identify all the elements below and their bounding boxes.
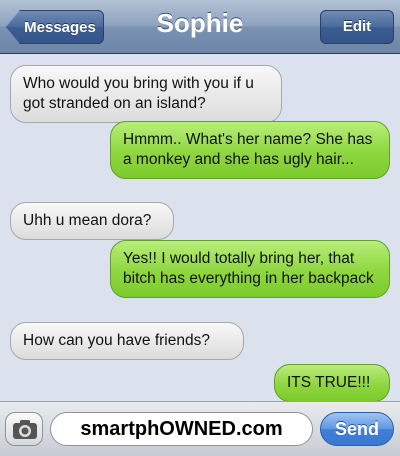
message-input[interactable]: smartphOWNED.com (50, 412, 313, 446)
message-bubble-incoming: How can you have friends? (10, 322, 244, 360)
message-bubble-outgoing: Hmmm.. What's her name? She has a monkey… (110, 121, 390, 179)
camera-icon (13, 420, 37, 439)
camera-button[interactable] (5, 412, 43, 446)
navigation-bar: Messages Sophie Edit (0, 0, 400, 54)
compose-bar: smartphOWNED.com Send (0, 401, 400, 456)
send-button[interactable]: Send (320, 412, 394, 446)
edit-button[interactable]: Edit (320, 10, 394, 44)
message-bubble-incoming: Uhh u mean dora? (10, 202, 174, 240)
message-bubble-outgoing: Yes!! I would totally bring her, that bi… (110, 240, 390, 298)
message-bubble-incoming: Who would you bring with you if u got st… (10, 65, 282, 123)
message-bubble-outgoing: ITS TRUE!!! (274, 364, 390, 402)
message-thread: Who would you bring with you if u got st… (0, 55, 400, 402)
